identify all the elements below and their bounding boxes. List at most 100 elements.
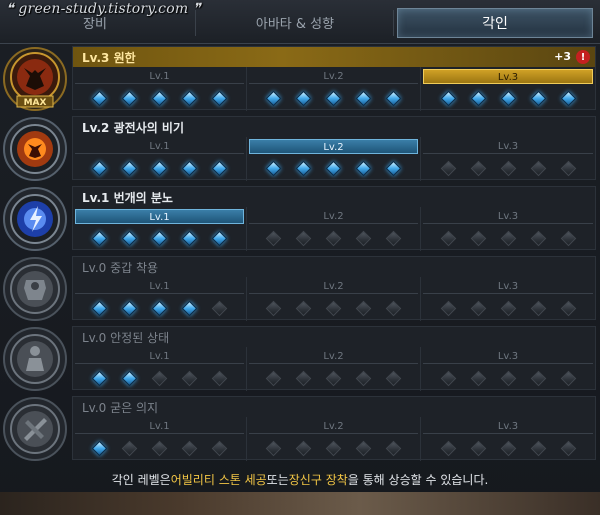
tab-avatar-disposition[interactable]: 아바타 & 성향: [200, 6, 390, 38]
level-segment-1: Lv.1: [73, 137, 247, 181]
gem-empty-icon: [211, 440, 227, 456]
gem-empty-icon: [500, 440, 516, 456]
engraving-panel: Lv.0 안정된 상태 Lv.1 Lv.2 Lv.3: [72, 326, 596, 391]
gem-filled-icon: [121, 230, 138, 246]
level-segment-2: Lv.2: [247, 207, 421, 251]
level-segment-2: Lv.2: [247, 67, 421, 111]
lightning-orb-icon[interactable]: [2, 186, 68, 252]
gem-group: [247, 159, 420, 177]
engraving-title-text: Lv.3 원한: [82, 50, 136, 65]
level-track: Lv.1 Lv.2 Lv.3: [73, 207, 595, 251]
gem-filled-icon: [151, 300, 168, 316]
tab-engraving[interactable]: 각인: [397, 8, 593, 38]
gem-group: [247, 229, 420, 247]
level-label: Lv.1: [75, 349, 244, 364]
level-track: Lv.1 Lv.2 Lv.3: [73, 417, 595, 461]
gem-group: [73, 299, 246, 317]
level-segment-3: Lv.3: [421, 417, 595, 461]
alert-icon[interactable]: !: [576, 50, 590, 64]
gem-group: [73, 229, 246, 247]
level-label: Lv.3: [423, 349, 593, 364]
engraving-panel: Lv.1 번개의 분노 Lv.1 Lv.2 Lv.3: [72, 186, 596, 251]
gem-empty-icon: [211, 300, 227, 316]
gem-empty-icon: [355, 370, 372, 386]
level-segment-1: Lv.1: [73, 277, 247, 321]
gem-empty-icon: [530, 370, 546, 386]
level-track: Lv.1 Lv.2 Lv.3: [73, 137, 595, 181]
gem-group: [421, 89, 595, 107]
gem-filled-icon: [181, 300, 198, 316]
gem-empty-icon: [355, 300, 372, 316]
gem-group: [247, 89, 420, 107]
engraving-row-grudge: MAX Lv.3 원한 +3 ! Lv.1 Lv.2 Lv.3: [0, 46, 596, 112]
gem-empty-icon: [385, 300, 401, 316]
gem-empty-icon: [470, 230, 486, 246]
gem-filled-icon: [266, 90, 282, 106]
engraving-title-text: Lv.0 굳은 의지: [82, 400, 159, 415]
gem-empty-icon: [211, 370, 227, 386]
stable-state-icon[interactable]: [2, 326, 68, 392]
gem-empty-icon: [325, 300, 342, 316]
engraving-row-stable-state: Lv.0 안정된 상태 Lv.1 Lv.2 Lv.3: [0, 326, 596, 392]
gem-group: [73, 439, 246, 457]
gem-filled-icon: [181, 230, 198, 246]
engraving-window: 장비 아바타 & 성향 각인 ❝ green-study.tistory.com…: [0, 0, 600, 515]
heavy-armor-icon[interactable]: [2, 256, 68, 322]
gem-filled-icon: [295, 90, 312, 106]
level-segment-2: Lv.2: [247, 137, 421, 181]
level-segment-1: Lv.1: [73, 417, 247, 461]
engraving-panel: Lv.0 굳은 의지 Lv.1 Lv.2 Lv.3: [72, 396, 596, 461]
gem-empty-icon: [500, 370, 516, 386]
gem-filled-icon: [211, 160, 227, 176]
level-label: Lv.2: [249, 139, 418, 154]
gem-filled-icon: [121, 300, 138, 316]
gem-empty-icon: [500, 160, 516, 176]
gem-empty-icon: [440, 370, 456, 386]
quote-open-glyph: ❝: [6, 1, 19, 17]
gem-empty-icon: [470, 440, 486, 456]
level-label: Lv.2: [249, 419, 418, 434]
level-segment-3: Lv.3: [421, 277, 595, 321]
gem-empty-icon: [440, 300, 456, 316]
gem-filled-icon: [92, 440, 108, 456]
gem-empty-icon: [181, 440, 198, 456]
gem-empty-icon: [295, 440, 312, 456]
gem-filled-icon: [92, 370, 108, 386]
gem-filled-icon: [211, 90, 227, 106]
firm-will-icon[interactable]: [2, 396, 68, 462]
engraving-row-lightning: Lv.1 번개의 분노 Lv.1 Lv.2 Lv.3: [0, 186, 596, 252]
level-label: Lv.3: [423, 69, 593, 84]
gem-empty-icon: [266, 440, 282, 456]
level-label: Lv.3: [423, 279, 593, 294]
level-label: Lv.3: [423, 209, 593, 224]
gem-empty-icon: [530, 230, 546, 246]
berserker-flame-icon[interactable]: [2, 116, 68, 182]
level-segment-2: Lv.2: [247, 347, 421, 391]
gem-filled-icon: [325, 90, 342, 106]
gem-filled-icon: [385, 90, 401, 106]
level-segment-3: Lv.3: [421, 137, 595, 181]
gem-group: [421, 439, 595, 457]
engraving-title: Lv.0 굳은 의지: [73, 397, 595, 417]
gem-empty-icon: [151, 440, 168, 456]
gem-empty-icon: [181, 370, 198, 386]
engraving-panel: Lv.0 중갑 착용 Lv.1 Lv.2 Lv.3: [72, 256, 596, 321]
level-label: Lv.3: [423, 139, 593, 154]
engraving-title: Lv.1 번개의 분노: [73, 187, 595, 207]
level-segment-3: Lv.3: [421, 207, 595, 251]
demon-head-icon[interactable]: MAX: [2, 46, 68, 112]
level-segment-1: Lv.1: [73, 347, 247, 391]
gem-empty-icon: [266, 300, 282, 316]
engraving-panel: Lv.2 광전사의 비기 Lv.1 Lv.2 Lv.3: [72, 116, 596, 181]
engraving-title-text: Lv.0 안정된 상태: [82, 330, 170, 345]
level-label: Lv.1: [75, 69, 244, 84]
gem-filled-icon: [181, 90, 198, 106]
gem-empty-icon: [500, 300, 516, 316]
gem-empty-icon: [355, 230, 372, 246]
gem-empty-icon: [440, 160, 456, 176]
gem-empty-icon: [560, 230, 576, 246]
level-label: Lv.2: [249, 209, 418, 224]
gem-empty-icon: [560, 160, 576, 176]
gem-filled-icon: [211, 230, 227, 246]
gem-empty-icon: [560, 370, 576, 386]
